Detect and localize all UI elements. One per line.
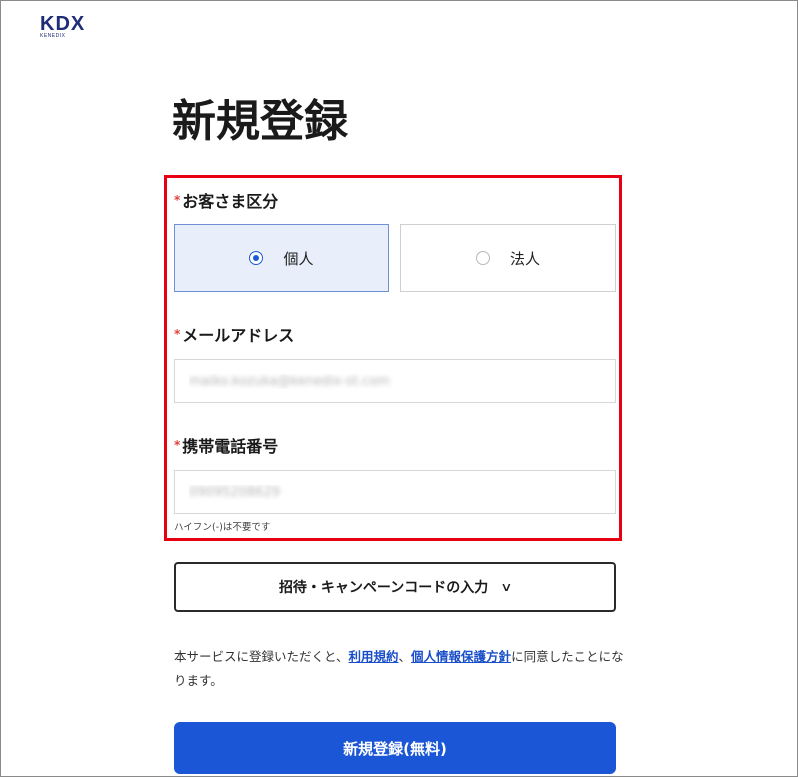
- chevron-down-icon: ∨: [500, 580, 513, 594]
- customer-type-label-text: お客さま区分: [182, 192, 279, 211]
- agreement-separator: 、: [398, 649, 412, 664]
- page-title: 新規登録: [172, 96, 348, 147]
- agreement-text: 本サービスに登録いただくと、利用規約、個人情報保護方針に同意したことになります。: [174, 645, 624, 693]
- radio-option-label: 個人: [283, 249, 314, 268]
- radio-unchecked-icon: [475, 251, 490, 265]
- radio-option-individual[interactable]: 個人: [174, 224, 389, 292]
- phone-label: * 携帯電話番号: [174, 435, 278, 457]
- phone-field[interactable]: [174, 470, 616, 514]
- kdx-logo[interactable]: KDX KENEDIX: [40, 14, 100, 39]
- privacy-policy-link[interactable]: 個人情報保護方針: [411, 649, 511, 664]
- phone-hint: ハイフン(-)は不要です: [174, 522, 271, 533]
- register-button[interactable]: 新規登録(無料): [174, 722, 616, 774]
- phone-label-text: 携帯電話番号: [182, 437, 279, 456]
- required-mark: *: [174, 438, 181, 452]
- email-label-text: メールアドレス: [182, 326, 295, 345]
- terms-link[interactable]: 利用規約: [349, 649, 399, 664]
- invite-code-toggle-button[interactable]: 招待・キャンペーンコードの入力 ∨: [174, 562, 616, 612]
- required-mark: *: [174, 193, 181, 207]
- required-mark: *: [174, 327, 181, 341]
- agreement-prefix: 本サービスに登録いただくと、: [174, 649, 349, 664]
- email-label: * メールアドレス: [174, 324, 294, 346]
- radio-checked-icon: [249, 251, 264, 265]
- logo-wordmark: KDX: [40, 13, 86, 35]
- radio-option-label: 法人: [509, 249, 540, 268]
- customer-type-label: * お客さま区分: [174, 190, 278, 212]
- radio-option-corporate[interactable]: 法人: [400, 224, 616, 292]
- invite-code-label: 招待・キャンペーンコードの入力: [278, 580, 489, 596]
- email-field[interactable]: [174, 359, 616, 403]
